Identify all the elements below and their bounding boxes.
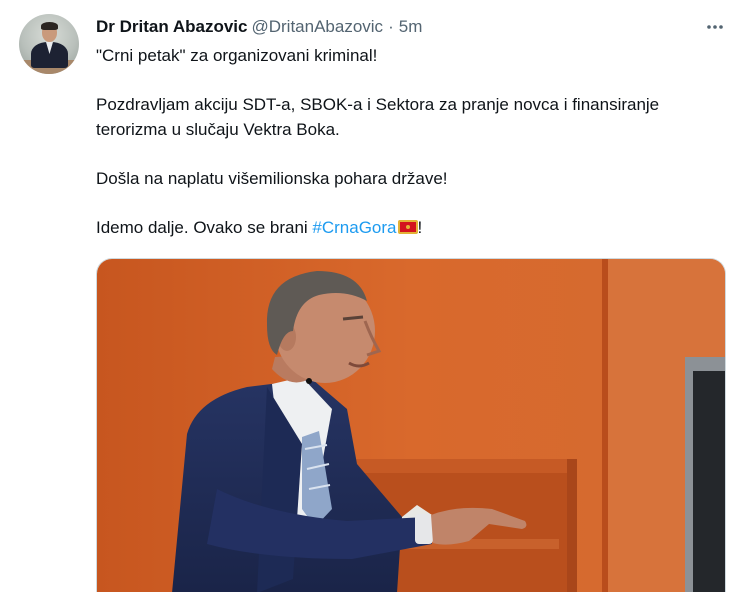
tweet[interactable]: Dr Dritan Abazovic @DritanAbazovic · 5m "Cr… [0,0,737,592]
hashtag-link[interactable]: #CrnaGora [312,218,396,237]
montenegro-flag-icon [397,220,418,234]
tweet-header: Dr Dritan Abazovic @DritanAbazovic · 5m [96,16,422,38]
author-handle[interactable]: @DritanAbazovic [251,17,383,36]
tweet-line-last: Idemo dalje. Ovako se brani #CrnaGora! [96,215,726,240]
author-name[interactable]: Dr Dritan Abazovic [96,17,247,36]
tweet-photo[interactable] [96,258,726,592]
tweet-line: "Crni petak" za organizovani kriminal! [96,46,378,65]
separator-dot: · [388,17,394,36]
trailing-text: ! [417,218,423,237]
timestamp[interactable]: 5m [399,17,423,36]
tweet-line: Pozdravljam akciju SDT-a, SBOK-a i Sekto… [96,95,660,139]
avatar-hair [41,22,58,30]
avatar[interactable] [19,14,79,74]
more-horizontal-icon[interactable] [704,16,726,38]
tweet-line-text: Idemo dalje. Ovako se brani [96,218,313,237]
tweet-line: Došla na naplatu višemilionska pohara dr… [96,169,448,188]
tweet-text: "Crni petak" za organizovani kriminal! P… [96,43,726,240]
